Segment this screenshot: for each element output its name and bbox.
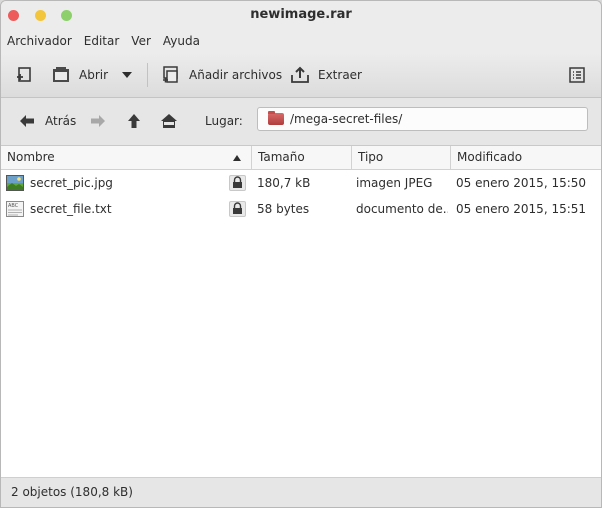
chevron-down-icon bbox=[122, 72, 132, 78]
file-modified: 05 enero 2015, 15:51 bbox=[456, 202, 587, 216]
column-header-size[interactable]: Tamaño bbox=[252, 146, 352, 169]
add-files-label: Añadir archivos bbox=[189, 68, 283, 82]
open-archive-icon bbox=[53, 67, 69, 82]
folder-icon bbox=[268, 111, 284, 125]
menu-bar: Archivador Editar Ver Ayuda bbox=[1, 29, 601, 53]
new-archive-button[interactable] bbox=[15, 61, 33, 89]
menu-editar[interactable]: Editar bbox=[78, 34, 126, 48]
up-button[interactable] bbox=[127, 110, 141, 132]
title-bar[interactable]: newimage.rar bbox=[1, 1, 601, 29]
text-file-icon: ABC bbox=[6, 201, 24, 217]
lock-icon bbox=[229, 175, 246, 191]
extract-icon bbox=[291, 66, 309, 83]
file-modified: 05 enero 2015, 15:50 bbox=[456, 176, 587, 190]
arrow-left-icon bbox=[20, 115, 34, 127]
file-name: secret_file.txt bbox=[30, 202, 112, 216]
file-size: 180,7 kB bbox=[257, 176, 311, 190]
file-name: secret_pic.jpg bbox=[30, 176, 113, 190]
file-size: 58 bytes bbox=[257, 202, 310, 216]
location-label: Lugar: bbox=[205, 114, 243, 128]
status-bar: 2 objetos (180,8 kB) bbox=[1, 477, 601, 507]
location-path: /mega-secret-files/ bbox=[290, 112, 403, 126]
forward-button[interactable] bbox=[90, 110, 106, 132]
lock-icon bbox=[229, 201, 246, 217]
menu-ver[interactable]: Ver bbox=[125, 34, 157, 48]
open-dropdown-button[interactable] bbox=[121, 61, 133, 89]
column-header-modified[interactable]: Modificado bbox=[451, 146, 601, 169]
back-button[interactable]: Atrás bbox=[19, 110, 76, 132]
extract-label: Extraer bbox=[318, 68, 362, 82]
properties-button[interactable] bbox=[568, 61, 586, 89]
arrow-up-icon bbox=[128, 114, 140, 128]
new-archive-icon bbox=[17, 67, 31, 82]
toolbar: Abrir Añadir archivos Extraer bbox=[1, 53, 601, 98]
home-button[interactable] bbox=[160, 110, 178, 132]
open-button[interactable]: Abrir bbox=[51, 61, 108, 89]
status-text: 2 objetos (180,8 kB) bbox=[11, 485, 133, 499]
location-field[interactable]: /mega-secret-files/ bbox=[257, 107, 588, 131]
table-row[interactable]: ABC secret_file.txt 58 bytes documento d… bbox=[1, 196, 601, 222]
add-files-button[interactable]: Añadir archivos bbox=[161, 61, 282, 89]
open-label: Abrir bbox=[79, 68, 109, 82]
file-type: documento de... bbox=[356, 202, 448, 216]
toolbar-separator bbox=[147, 63, 148, 87]
svg-text:ABC: ABC bbox=[8, 203, 19, 209]
file-list: Nombre Tamaño Tipo Modificado secret_pic… bbox=[1, 146, 601, 477]
arrow-right-icon bbox=[91, 115, 105, 127]
location-bar: Atrás Lugar: /mega-secret-files/ bbox=[1, 98, 601, 146]
file-type: imagen JPEG bbox=[356, 176, 433, 190]
properties-list-icon bbox=[569, 67, 585, 83]
archive-manager-window: newimage.rar Archivador Editar Ver Ayuda… bbox=[0, 0, 602, 508]
column-header-type[interactable]: Tipo bbox=[352, 146, 451, 169]
window-title: newimage.rar bbox=[250, 7, 352, 22]
add-files-icon bbox=[163, 66, 178, 83]
column-header-name[interactable]: Nombre bbox=[1, 146, 252, 169]
image-file-icon bbox=[6, 175, 24, 191]
menu-ayuda[interactable]: Ayuda bbox=[157, 34, 206, 48]
menu-archivador[interactable]: Archivador bbox=[1, 34, 78, 48]
home-icon bbox=[161, 114, 177, 128]
sort-ascending-icon bbox=[233, 155, 241, 161]
list-header: Nombre Tamaño Tipo Modificado bbox=[1, 146, 601, 170]
table-row[interactable]: secret_pic.jpg 180,7 kB imagen JPEG 05 e… bbox=[1, 170, 601, 196]
back-label: Atrás bbox=[45, 114, 77, 128]
extract-button[interactable]: Extraer bbox=[290, 61, 362, 89]
